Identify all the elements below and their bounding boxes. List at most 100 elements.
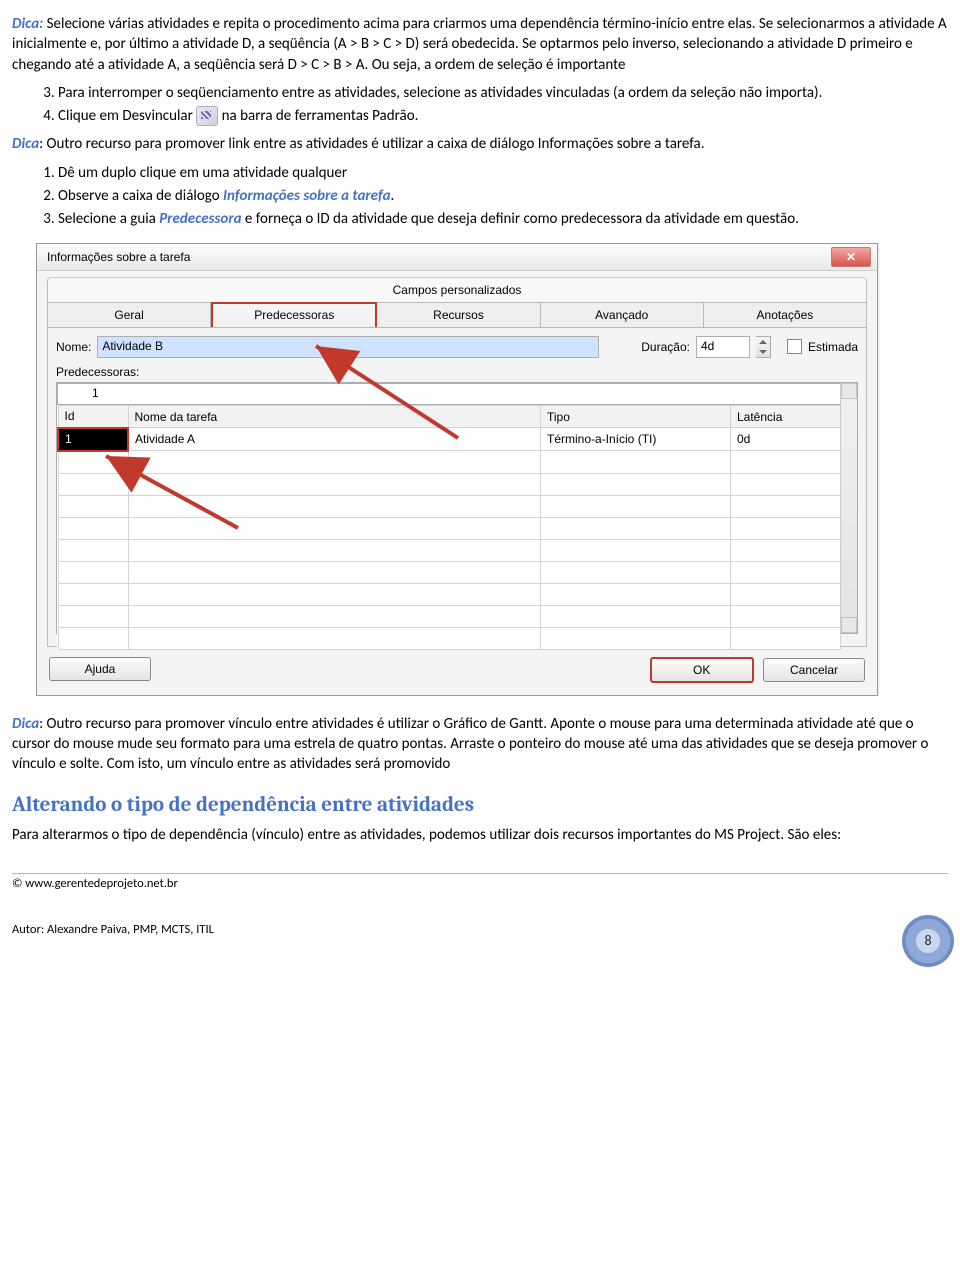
cell-id-value: 1 <box>65 432 72 446</box>
dialog-button-row: Ajuda OK Cancelar <box>47 647 867 685</box>
table-row[interactable] <box>58 583 841 605</box>
predec-label-row: Predecessoras: <box>56 364 858 380</box>
section-heading: Alterando o tipo de dependência entre at… <box>12 791 948 819</box>
duracao-label: Duração: <box>641 339 690 355</box>
col-nome[interactable]: Nome da tarefa <box>128 405 541 428</box>
close-icon[interactable]: ✕ <box>831 247 871 267</box>
grid-edit-row[interactable]: 1 <box>57 383 841 405</box>
tip-text-1: Selecione várias atividades e repita o p… <box>12 15 947 74</box>
cell-nome-value: Atividade A <box>135 432 195 446</box>
table-row[interactable] <box>58 561 841 583</box>
cancel-button[interactable]: Cancelar <box>763 658 865 682</box>
col-nome-label: Nome da tarefa <box>135 410 218 424</box>
tip-paragraph-1: Dica: Selecione várias atividades e repi… <box>12 14 948 75</box>
estimada-label: Estimada <box>808 339 858 355</box>
grid-header-row: Id Nome da tarefa Tipo Latência <box>58 405 841 428</box>
scroll-down-icon[interactable] <box>841 617 857 633</box>
cell-latencia[interactable]: 0d <box>731 428 841 451</box>
table-row[interactable] <box>58 495 841 517</box>
task-info-dialog: Informações sobre a tarefa ✕ Campos pers… <box>36 243 878 696</box>
tab-avancado[interactable]: Avançado <box>541 302 704 327</box>
tab-recursos-label: Recursos <box>433 308 484 322</box>
help-button[interactable]: Ajuda <box>49 657 151 681</box>
term-info-tarefa: Informações sobre a tarefa <box>223 187 391 205</box>
ok-label: OK <box>693 662 710 678</box>
tip-text-3: : Outro recurso para promover vínculo en… <box>12 715 928 774</box>
tab-row-main: Geral Predecessoras Recursos Avançado An… <box>47 302 867 327</box>
tab-predecessoras-label: Predecessoras <box>254 308 334 322</box>
dialog-title-text: Informações sobre a tarefa <box>47 249 190 265</box>
page-number-badge: 8 <box>902 915 954 967</box>
scroll-up-icon[interactable] <box>841 383 857 399</box>
scrollbar[interactable] <box>840 383 857 633</box>
table-row[interactable] <box>58 517 841 539</box>
dialog-body: Campos personalizados Geral Predecessora… <box>37 271 877 695</box>
table-row[interactable] <box>58 605 841 627</box>
table-row[interactable] <box>58 627 841 649</box>
list2-item-2a: Observe a caixa de diálogo <box>58 187 223 205</box>
tip-text-2: : Outro recurso para promover link entre… <box>39 135 704 153</box>
tab-geral[interactable]: Geral <box>47 302 211 327</box>
table-row[interactable]: 1 Atividade A Término-a-Início (TI) 0d <box>58 428 841 451</box>
help-label: Ajuda <box>85 661 116 677</box>
table-row[interactable] <box>58 451 841 474</box>
list-item-4-text-a: Clique em Desvincular <box>58 107 193 125</box>
list2-item-1-text: Dê um duplo clique em uma atividade qual… <box>58 164 347 182</box>
col-id-label: Id <box>65 409 75 423</box>
grid-edit-value: 1 <box>62 386 99 400</box>
list2-item-2c: . <box>391 187 395 205</box>
col-id[interactable]: Id <box>58 405 128 428</box>
tab-anotacoes-label: Anotações <box>757 308 814 322</box>
col-tipo[interactable]: Tipo <box>541 405 731 428</box>
tab-geral-label: Geral <box>114 308 143 322</box>
term-predecessora: Predecessora <box>159 210 241 228</box>
duracao-value: 4d <box>701 339 714 353</box>
table-row[interactable] <box>58 473 841 495</box>
cell-tipo[interactable]: Término-a-Início (TI) <box>541 428 731 451</box>
tip-label-3: Dica <box>12 715 39 733</box>
ordered-list-1: Para interromper o seqüenciamento entre … <box>12 83 948 127</box>
tab-campos-personalizados[interactable]: Campos personalizados <box>47 277 867 302</box>
table-row[interactable] <box>58 539 841 561</box>
cell-id[interactable]: 1 <box>58 428 128 451</box>
predecessors-grid[interactable]: 1 Id Nome da tarefa Tipo Latência 1 Ativ… <box>56 382 858 634</box>
tab-predecessoras[interactable]: Predecessoras <box>211 302 377 327</box>
predecessoras-label: Predecessoras: <box>56 364 139 380</box>
estimada-checkbox[interactable] <box>787 339 802 354</box>
duracao-stepper[interactable] <box>756 336 771 358</box>
nome-row: Nome: Atividade B Duração: 4d Estimada <box>56 336 858 358</box>
col-latencia[interactable]: Latência <box>731 405 841 428</box>
list2-item-3a: Selecione a guia <box>58 210 159 228</box>
tab-recursos[interactable]: Recursos <box>377 302 540 327</box>
tip-label-2: Dica <box>12 135 39 153</box>
list-item-4: Clique em Desvincular na barra de ferram… <box>58 106 948 126</box>
cell-lat-value: 0d <box>737 432 750 446</box>
duracao-field[interactable]: 4d <box>696 336 750 358</box>
tip-paragraph-2: Dica: Outro recurso para promover link e… <box>12 134 948 154</box>
cell-nome[interactable]: Atividade A <box>128 428 541 451</box>
footer-author-text: Autor: Alexandre Paiva, PMP, MCTS, ITIL <box>12 922 214 939</box>
tab-campos-label: Campos personalizados <box>393 283 522 297</box>
tab-anotacoes[interactable]: Anotações <box>704 302 867 327</box>
col-latencia-label: Latência <box>737 410 782 424</box>
ordered-list-2: Dê um duplo clique em uma atividade qual… <box>12 163 948 230</box>
nome-value: Atividade B <box>102 339 163 353</box>
cancel-label: Cancelar <box>790 662 838 678</box>
cell-tipo-value: Término-a-Início (TI) <box>547 432 656 446</box>
nome-label: Nome: <box>56 339 91 355</box>
list2-item-1: Dê um duplo clique em uma atividade qual… <box>58 163 948 183</box>
unlink-icon <box>196 106 218 126</box>
nome-field[interactable]: Atividade B <box>97 336 599 358</box>
tip-label: Dica: <box>12 15 43 33</box>
dialog-screenshot: Informações sobre a tarefa ✕ Campos pers… <box>36 243 948 696</box>
tip-paragraph-3: Dica: Outro recurso para promover víncul… <box>12 714 948 775</box>
list-item-3: Para interromper o seqüenciamento entre … <box>58 83 948 103</box>
list2-item-2: Observe a caixa de diálogo Informações s… <box>58 186 948 206</box>
tab-avancado-label: Avançado <box>595 308 648 322</box>
paragraph-4: Para alterarmos o tipo de dependência (v… <box>12 825 948 845</box>
dialog-titlebar: Informações sobre a tarefa ✕ <box>37 244 877 271</box>
tab-content: Nome: Atividade B Duração: 4d Estimada P… <box>47 327 867 647</box>
ok-button[interactable]: OK <box>650 657 754 683</box>
col-tipo-label: Tipo <box>547 410 570 424</box>
grid-table: Id Nome da tarefa Tipo Latência 1 Ativid… <box>57 405 841 650</box>
